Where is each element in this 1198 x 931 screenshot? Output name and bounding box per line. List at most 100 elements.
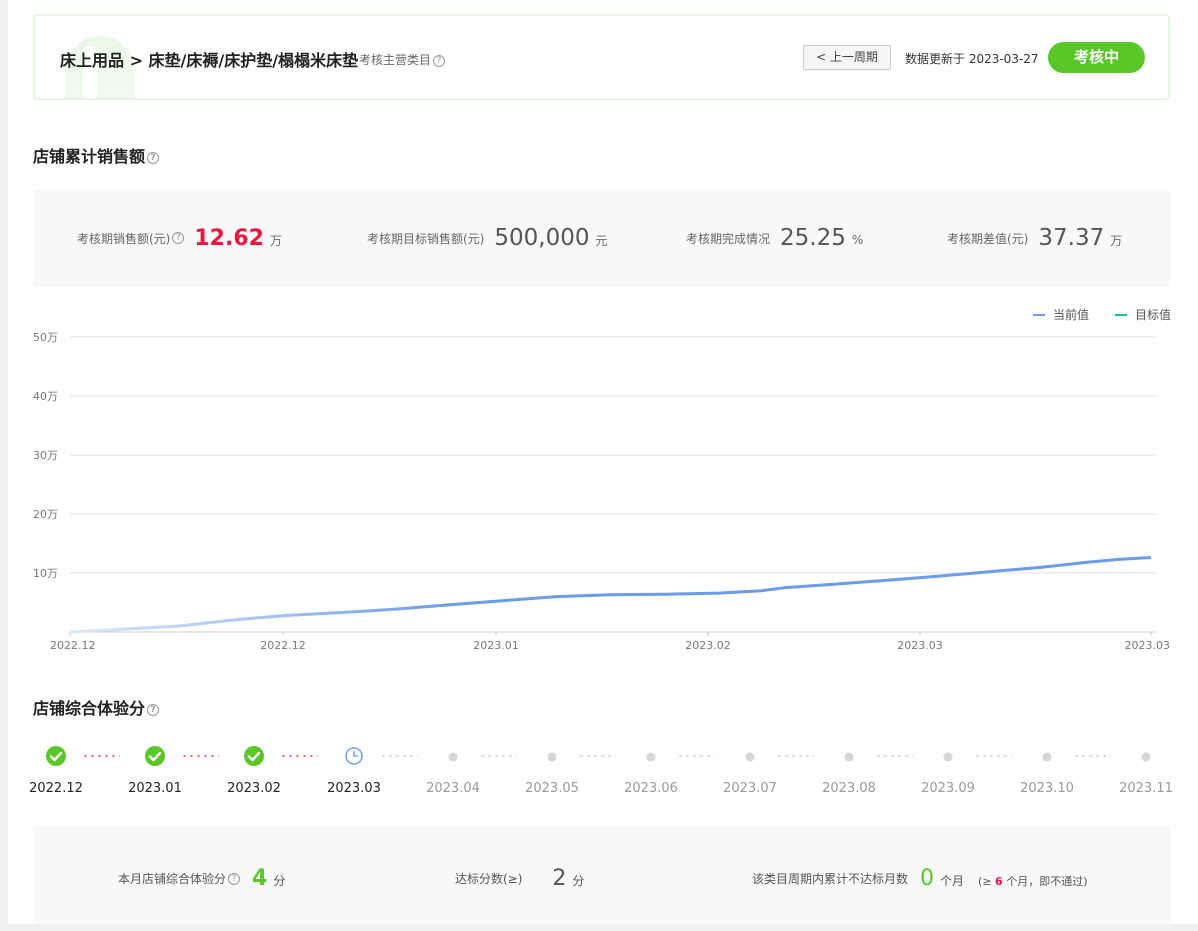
stat-label: 考核期目标销售额(元) <box>367 231 485 246</box>
timeline-month-label: 2023.09 <box>921 781 975 796</box>
series-line-current <box>69 556 1152 634</box>
timeline-month-label: 2023.05 <box>525 781 579 796</box>
category-path: 床上用品 > 床垫/床褥/床护垫/榻榻米床垫 <box>60 51 359 70</box>
help-icon[interactable]: ? <box>228 872 241 885</box>
y-tick-label: 40万 <box>33 390 58 403</box>
sales-section-title-text: 店铺累计销售额 <box>33 147 146 166</box>
note-suffix: 个月，即不通过) <box>1006 874 1088 888</box>
stat-unit: 元 <box>595 233 608 248</box>
stat-unit: % <box>851 233 864 247</box>
pending-dot-icon[interactable] <box>1135 745 1157 767</box>
sales-line-chart: 10万 20万 30万 40万 50万 2022.12 2022.12 2023.01 2023… <box>33 331 1171 652</box>
timeline-connector <box>181 755 219 757</box>
experience-section-title: 店铺综合体验分? <box>33 695 160 719</box>
timeline-month-label: 2023.03 <box>327 781 381 796</box>
stat-value: 37.37 <box>1038 225 1105 251</box>
pending-dot-icon[interactable] <box>640 745 662 767</box>
timeline-month-label: 2023.06 <box>624 781 678 796</box>
timeline-month-label: 2023.08 <box>822 781 876 796</box>
x-tick-label: 2023.03 <box>897 639 943 652</box>
pending-dot-icon[interactable] <box>937 745 959 767</box>
pending-dot-icon[interactable] <box>1036 745 1058 767</box>
x-tick-label: 2023.01 <box>473 639 519 652</box>
category-hint-label: 考核主营类目 <box>359 53 432 67</box>
timeline-connector <box>776 755 814 757</box>
score-panel: 本月店铺综合体验分? 4 分 达标分数(≥) 2 分 该类目周期内累计不达标月数… <box>33 826 1170 924</box>
threshold-label: 达标分数(≥) <box>455 872 523 886</box>
page: 床上用品 > 床垫/床褥/床护垫/榻榻米床垫 考核主营类目? < 上一周期 数据… <box>8 0 1198 924</box>
status-button[interactable]: 考核中 <box>1048 42 1145 73</box>
pending-dot-icon[interactable] <box>541 745 563 767</box>
stat-unit: 万 <box>269 233 282 248</box>
help-icon[interactable]: ? <box>147 151 160 164</box>
y-tick-label: 50万 <box>33 331 58 344</box>
sales-section-title: 店铺累计销售额? <box>33 143 160 167</box>
data-updated-text: 数据更新于 2023-03-27 <box>905 52 1039 66</box>
pending-dot-icon[interactable] <box>838 745 860 767</box>
timeline-month-label: 2023.04 <box>426 781 480 796</box>
timeline-month-label: 2023.11 <box>1119 781 1173 796</box>
timeline-month-label: 2023.01 <box>128 781 182 796</box>
stat-target-sales: 考核期目标销售额(元) 500,000 元 <box>367 189 608 287</box>
score-current: 本月店铺综合体验分? 4 分 <box>118 826 285 931</box>
timeline-month-label: 2022.12 <box>29 781 83 796</box>
check-circle-icon[interactable] <box>45 745 67 767</box>
help-icon[interactable]: ? <box>147 703 160 716</box>
stat-completion: 考核期完成情况 25.25 % <box>686 189 863 287</box>
category-hint: 考核主营类目? <box>359 51 446 68</box>
threshold-value: 2 <box>552 866 567 891</box>
x-tick-label: 2023.03 <box>1125 639 1171 652</box>
sales-stats-panel: 考核期销售额(元)? 12.62 万 考核期目标销售额(元) 500,000 元… <box>33 189 1170 287</box>
fail-months-value: 0 <box>920 866 935 891</box>
timeline-connector <box>677 755 715 757</box>
stat-value: 12.62 <box>194 225 264 251</box>
y-tick-label: 20万 <box>33 508 58 521</box>
check-circle-icon[interactable] <box>144 745 166 767</box>
timeline-connector <box>479 755 517 757</box>
stat-label: 考核期差值(元) <box>947 231 1029 246</box>
y-tick-label: 30万 <box>33 449 58 462</box>
previous-period-button[interactable]: < 上一周期 <box>803 45 891 70</box>
timeline-connector <box>280 755 318 757</box>
experience-section-title-text: 店铺综合体验分 <box>33 699 146 718</box>
stat-value: 25.25 <box>780 225 846 251</box>
stat-value: 500,000 <box>494 225 590 251</box>
help-icon[interactable]: ? <box>433 54 446 67</box>
y-tick-label: 10万 <box>33 567 58 580</box>
legend-swatch-target <box>1115 313 1127 316</box>
stat-label: 考核期完成情况 <box>686 231 771 246</box>
timeline-connector <box>380 755 418 757</box>
timeline-connector <box>875 755 913 757</box>
threshold-unit: 分 <box>572 874 585 888</box>
clock-icon[interactable] <box>343 745 365 767</box>
legend-swatch-current <box>1033 313 1045 316</box>
stat-period-sales: 考核期销售额(元)? 12.62 万 <box>77 189 282 287</box>
category-header-card: 床上用品 > 床垫/床褥/床护垫/榻榻米床垫 考核主营类目? < 上一周期 数据… <box>33 14 1170 100</box>
timeline-connector <box>974 755 1012 757</box>
x-tick-label: 2022.12 <box>260 639 306 652</box>
score-label: 本月店铺综合体验分 <box>118 872 227 886</box>
help-icon[interactable]: ? <box>172 232 185 244</box>
timeline-month-label: 2023.02 <box>227 781 281 796</box>
score-value: 4 <box>252 866 268 891</box>
pending-dot-icon[interactable] <box>739 745 761 767</box>
timeline-connector <box>578 755 616 757</box>
timeline-month-label: 2023.10 <box>1020 781 1074 796</box>
score-unit: 分 <box>273 874 286 888</box>
score-threshold: 达标分数(≥) 2 分 <box>455 826 584 931</box>
timeline-connector <box>1073 755 1111 757</box>
note-prefix: (≥ <box>978 874 992 888</box>
fail-months-note: (≥ 6 个月，即不通过) <box>978 873 1087 889</box>
check-circle-icon[interactable] <box>243 745 265 767</box>
x-tick-label: 2023.02 <box>685 639 731 652</box>
x-tick-label: 2022.12 <box>50 639 96 652</box>
fail-months-unit: 个月 <box>940 874 965 888</box>
pending-dot-icon[interactable] <box>442 745 464 767</box>
timeline-connector <box>82 755 120 757</box>
fail-months-label: 该类目周期内累计不达标月数 <box>752 872 909 886</box>
fail-months: 该类目周期内累计不达标月数 0 个月 (≥ 6 个月，即不通过) <box>752 826 1088 931</box>
note-number: 6 <box>995 874 1003 888</box>
timeline-month-label: 2023.07 <box>723 781 777 796</box>
stat-unit: 万 <box>1110 233 1123 248</box>
stat-label: 考核期销售额(元) <box>77 231 171 246</box>
